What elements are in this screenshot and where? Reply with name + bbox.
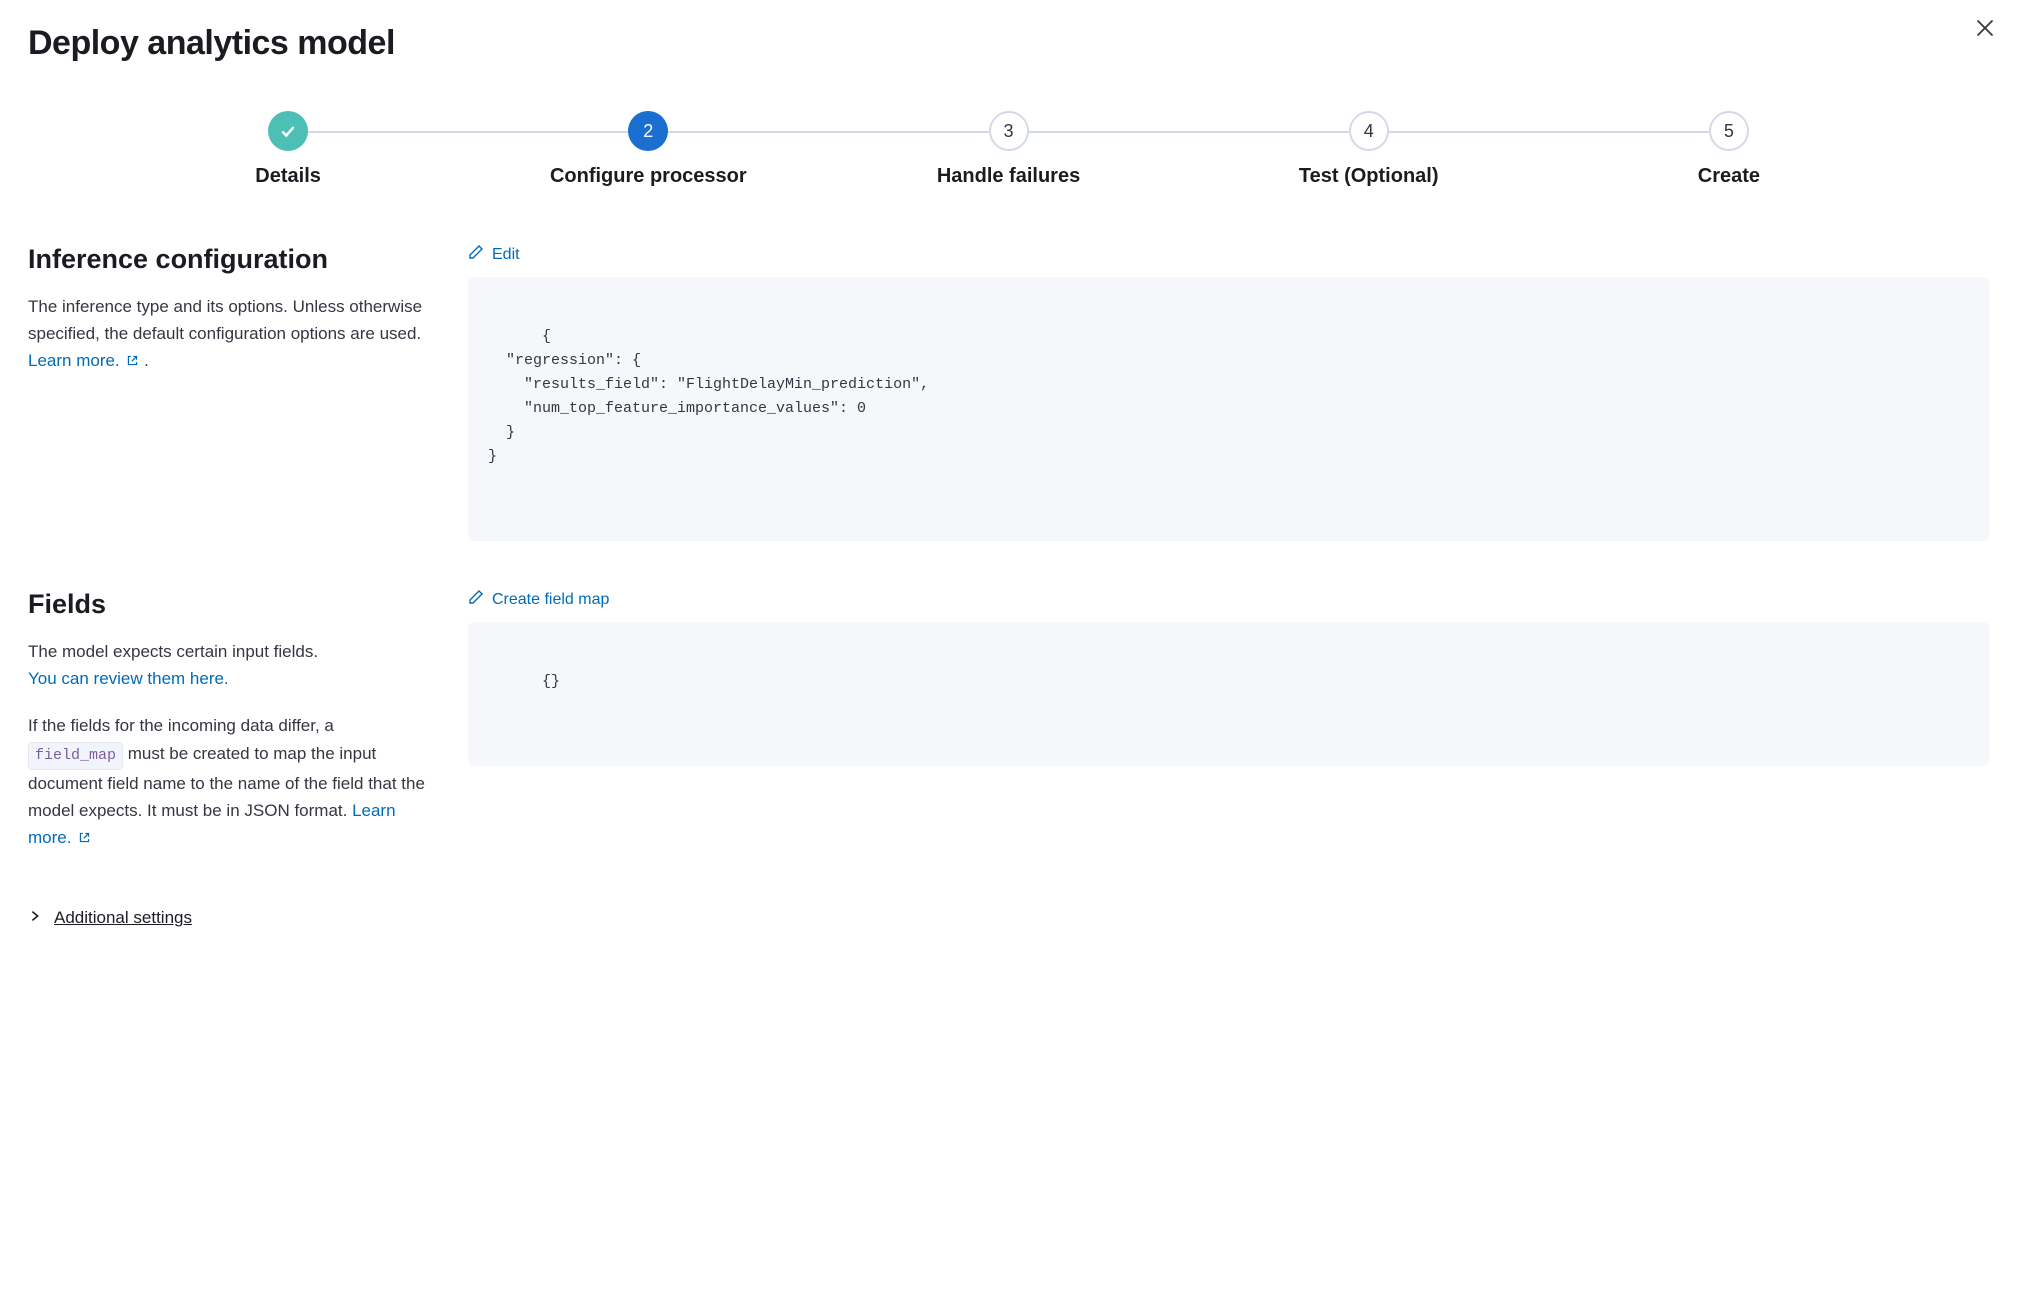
- step-circle-upcoming: 5: [1709, 111, 1749, 151]
- additional-settings-toggle[interactable]: Additional settings: [28, 908, 192, 928]
- additional-settings-label: Additional settings: [54, 908, 192, 928]
- fields-title: Fields: [28, 589, 428, 620]
- step-test[interactable]: 4 Test (Optional): [1189, 111, 1549, 188]
- fields-desc-1: The model expects certain input fields. …: [28, 638, 428, 692]
- fields-desc-2: If the fields for the incoming data diff…: [28, 712, 428, 852]
- fields-section: Fields The model expects certain input f…: [28, 589, 1989, 852]
- step-label: Create: [1698, 165, 1760, 188]
- external-link-icon: [78, 825, 91, 852]
- chevron-right-icon: [28, 909, 42, 928]
- close-button[interactable]: [1973, 16, 1997, 40]
- step-circle-complete: [268, 111, 308, 151]
- step-circle-current: 2: [628, 111, 668, 151]
- step-create[interactable]: 5 Create: [1549, 111, 1909, 188]
- fullscreen-button[interactable]: [1949, 638, 1973, 662]
- page-title: Deploy analytics model: [28, 24, 1989, 63]
- pencil-icon: [468, 244, 484, 265]
- copy-button[interactable]: [1949, 672, 1973, 696]
- step-label: Configure processor: [550, 165, 747, 188]
- edit-inference-button[interactable]: Edit: [468, 244, 520, 265]
- pencil-icon: [468, 589, 484, 610]
- step-configure-processor[interactable]: 2 Configure processor: [468, 111, 828, 188]
- copy-button[interactable]: [1949, 293, 1973, 317]
- fields-code-block: {}: [468, 622, 1989, 766]
- create-field-map-button[interactable]: Create field map: [468, 589, 609, 610]
- field-map-code-tag: field_map: [28, 742, 123, 770]
- stepper: Details 2 Configure processor 3 Handle f…: [108, 111, 1909, 188]
- external-link-icon: [126, 348, 139, 375]
- step-circle-upcoming: 4: [1349, 111, 1389, 151]
- step-details[interactable]: Details: [108, 111, 468, 188]
- inference-title: Inference configuration: [28, 244, 428, 275]
- step-label: Details: [255, 165, 321, 188]
- inference-section: Inference configuration The inference ty…: [28, 244, 1989, 541]
- inference-desc: The inference type and its options. Unle…: [28, 293, 428, 376]
- inference-learn-more-link[interactable]: Learn more.: [28, 351, 139, 370]
- step-handle-failures[interactable]: 3 Handle failures: [828, 111, 1188, 188]
- step-label: Handle failures: [937, 165, 1080, 188]
- step-circle-upcoming: 3: [989, 111, 1029, 151]
- inference-code-block: { "regression": { "results_field": "Flig…: [468, 277, 1989, 541]
- step-label: Test (Optional): [1299, 165, 1439, 188]
- review-fields-link[interactable]: You can review them here.: [28, 669, 229, 688]
